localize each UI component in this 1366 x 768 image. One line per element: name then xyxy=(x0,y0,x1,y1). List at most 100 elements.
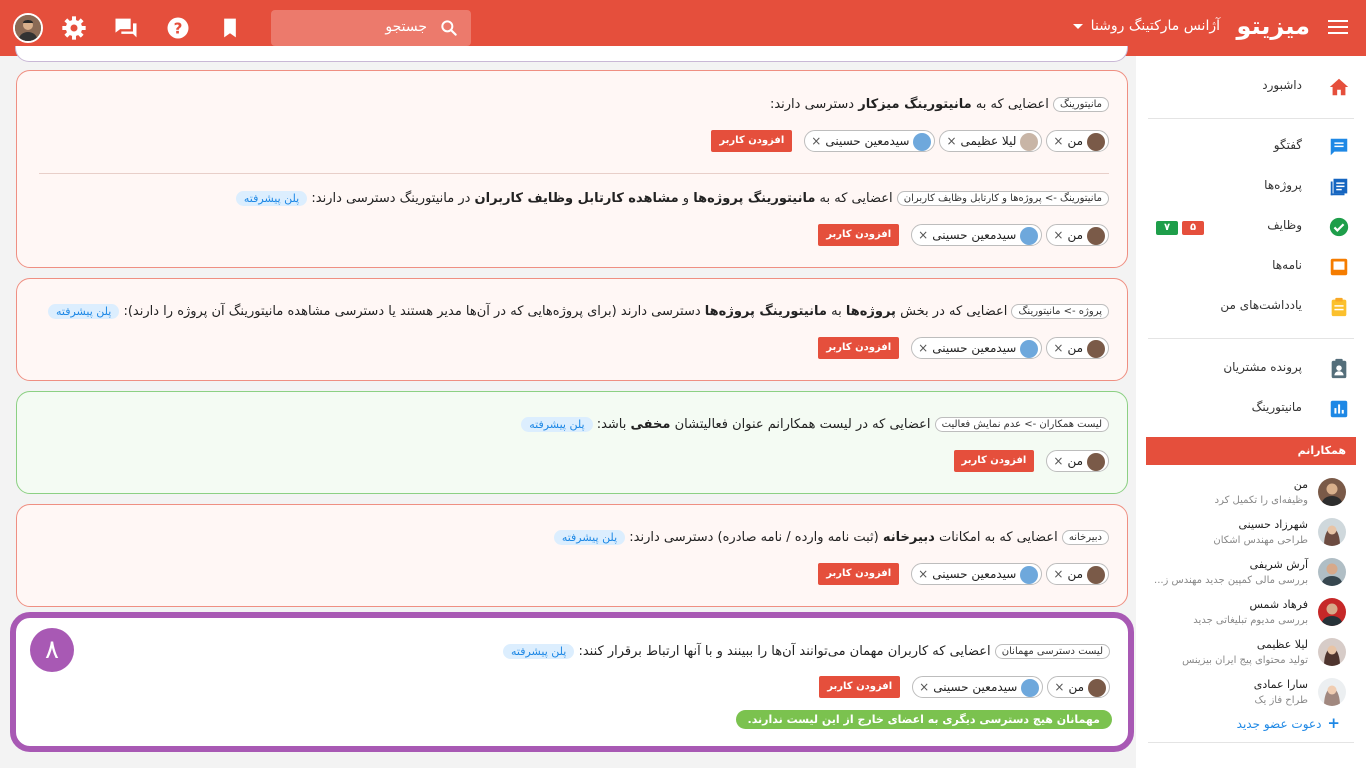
access-card-guests: ۸ لیست دسترسی مهمانان اعضایی که کاربران … xyxy=(10,612,1134,752)
user-avatar[interactable] xyxy=(13,13,43,43)
add-user-button[interactable]: افزودن کاربر xyxy=(953,450,1035,472)
remove-icon[interactable]: × xyxy=(1053,338,1063,358)
chip-name: سیدمعین حسینی xyxy=(932,341,1017,355)
add-user-button[interactable]: افزودن کاربر xyxy=(818,224,900,246)
avatar xyxy=(1318,518,1346,546)
team-member[interactable]: من وظیفه‌ای را تکمیل کرد xyxy=(1136,474,1366,514)
avatar xyxy=(1021,678,1040,697)
chip-name: من xyxy=(1067,228,1083,242)
search-box[interactable]: جستجو xyxy=(271,10,471,46)
remove-icon[interactable]: × xyxy=(1053,564,1063,584)
member-status: طراحی مهندس اشکان xyxy=(1213,535,1308,546)
sidebar-item-notes[interactable]: یادداشت‌های من xyxy=(1136,286,1366,326)
member-name: شهرزاد حسینی xyxy=(1238,518,1308,531)
team-member[interactable]: لیلا عظیمی تولید محتوای پیج ایران بیزینس xyxy=(1136,634,1366,674)
text: دسترسی دارند: xyxy=(769,97,855,112)
chip-name: من xyxy=(1067,341,1083,355)
member-status: بررسی مالی کمپین جدید مهندس ز... xyxy=(1154,575,1308,586)
sidebar-item-letters[interactable]: نامه‌ها xyxy=(1136,246,1366,286)
check-circle-icon xyxy=(1329,217,1349,237)
add-user-button[interactable]: افزودن کاربر xyxy=(819,676,901,698)
notes-icon xyxy=(1331,297,1347,317)
chip-name: سیدمعین حسینی xyxy=(825,134,910,148)
remove-icon[interactable]: × xyxy=(919,677,929,697)
sidebar-item-monitoring[interactable]: مانیتورینگ xyxy=(1136,388,1366,428)
sidebar-item-label: داشبورد xyxy=(1262,78,1302,92)
member-chips: من × سیدمعین حسینی × افزودن کاربر xyxy=(818,563,1109,585)
add-user-button[interactable]: افزودن کاربر xyxy=(818,337,900,359)
text-bold: دبیرخانه xyxy=(882,530,935,545)
avatar xyxy=(1318,598,1346,626)
member-name: لیلا عظیمی xyxy=(1256,638,1308,651)
remove-icon[interactable]: × xyxy=(946,131,956,151)
app-logo[interactable]: میزیتو xyxy=(1237,12,1310,40)
avatar xyxy=(1318,558,1346,586)
team-header: همکارانم xyxy=(1146,437,1356,465)
remove-icon[interactable]: × xyxy=(918,225,928,245)
avatar xyxy=(1318,478,1346,506)
advanced-plan-badge[interactable]: پلن پیشرفته xyxy=(521,417,593,432)
chip-name: سیدمعین حسینی xyxy=(933,680,1018,694)
caret-down-icon xyxy=(1072,23,1083,29)
chip-name: سیدمعین حسینی xyxy=(932,567,1017,581)
advanced-plan-badge[interactable]: پلن پیشرفته xyxy=(235,191,308,206)
invite-label: دعوت عضو جدید xyxy=(1236,717,1322,731)
text-bold: مانیتورینگ پروژه‌ها xyxy=(693,191,816,206)
sidebar-item-dashboard[interactable]: داشبورد xyxy=(1136,66,1366,106)
advanced-plan-badge[interactable]: پلن پیشرفته xyxy=(503,644,575,659)
member-chip: من × xyxy=(1046,337,1109,359)
sidebar-item-tasks[interactable]: وظایف ۷ ۵ xyxy=(1136,206,1366,246)
sidebar-divider xyxy=(1148,338,1354,339)
hamburger-menu-icon[interactable] xyxy=(1326,16,1350,40)
member-chips: من × سیدمعین حسینی × افزودن کاربر xyxy=(819,676,1110,698)
member-chip: سیدمعین حسینی × xyxy=(911,224,1043,246)
help-icon[interactable]: ? xyxy=(164,14,192,42)
search-icon xyxy=(441,20,457,36)
team-member[interactable]: شهرزاد حسینی طراحی مهندس اشکان xyxy=(1136,514,1366,554)
add-user-button[interactable]: افزودن کاربر xyxy=(818,563,900,585)
org-selector[interactable]: آژانس مارکتینگ روشنا xyxy=(1072,18,1220,34)
member-name: سارا عمادی xyxy=(1253,678,1308,691)
member-chip: سیدمعین حسینی × xyxy=(804,130,936,152)
member-status: تولید محتوای پیج ایران بیزینس xyxy=(1182,655,1308,666)
advanced-plan-badge[interactable]: پلن پیشرفته xyxy=(48,304,120,319)
section-tag: دبیرخانه xyxy=(1061,530,1109,545)
member-status: طراح فاز یک xyxy=(1254,695,1308,706)
member-chip: سیدمعین حسینی × xyxy=(911,337,1043,359)
customer-file-icon xyxy=(1331,358,1347,379)
team-member[interactable]: فرهاد شمس بررسی مدیوم تبلیغاتی جدید xyxy=(1136,594,1366,634)
tasks-badge-green: ۷ xyxy=(1156,221,1178,235)
chat-icon xyxy=(1330,138,1348,156)
sidebar-item-chat[interactable]: گفتگو xyxy=(1136,126,1366,166)
remove-icon[interactable]: × xyxy=(918,338,928,358)
section-tag: لیست همکاران -> عدم نمایش فعالیت xyxy=(934,417,1109,432)
settings-gear-icon[interactable] xyxy=(60,14,88,42)
avatar xyxy=(1318,678,1346,706)
remove-icon[interactable]: × xyxy=(811,131,821,151)
sidebar-divider xyxy=(1148,118,1354,119)
access-description: دبیرخانه اعضایی که به امکانات دبیرخانه (… xyxy=(553,530,1109,545)
advanced-plan-badge[interactable]: پلن پیشرفته xyxy=(553,530,626,545)
remove-icon[interactable]: × xyxy=(918,564,928,584)
previous-card-edge xyxy=(15,46,1128,62)
remove-icon[interactable]: × xyxy=(1053,131,1063,151)
remove-icon[interactable]: × xyxy=(1053,225,1063,245)
bar-chart-icon xyxy=(1330,400,1348,418)
user-avatar-image xyxy=(15,15,41,41)
remove-icon[interactable]: × xyxy=(1053,451,1063,471)
team-member[interactable]: آرش شریفی بررسی مالی کمپین جدید مهندس ز.… xyxy=(1136,554,1366,594)
sidebar-item-projects[interactable]: پروژه‌ها xyxy=(1136,166,1366,206)
team-member[interactable]: سارا عمادی طراح فاز یک xyxy=(1136,674,1366,714)
messages-icon[interactable] xyxy=(112,14,140,42)
member-name: فرهاد شمس xyxy=(1249,598,1308,611)
add-user-button[interactable]: افزودن کاربر xyxy=(711,130,793,152)
sidebar-item-label: پرونده مشتریان xyxy=(1223,360,1302,374)
access-description: پروژه -> مانیتورینگ اعضایی که در بخش پرو… xyxy=(48,304,1109,319)
text: اعضایی که در لیست همکارانم عنوان فعالیتش… xyxy=(674,417,931,432)
access-description: مانیتورینگ -> پروژه‌ها و کارتابل وظایف ک… xyxy=(235,191,1109,206)
remove-icon[interactable]: × xyxy=(1054,677,1064,697)
avatar xyxy=(1020,339,1039,358)
bookmark-icon[interactable] xyxy=(216,14,244,42)
invite-member-link[interactable]: + دعوت عضو جدید xyxy=(1237,714,1340,732)
sidebar-item-customers[interactable]: پرونده مشتریان xyxy=(1136,348,1366,388)
